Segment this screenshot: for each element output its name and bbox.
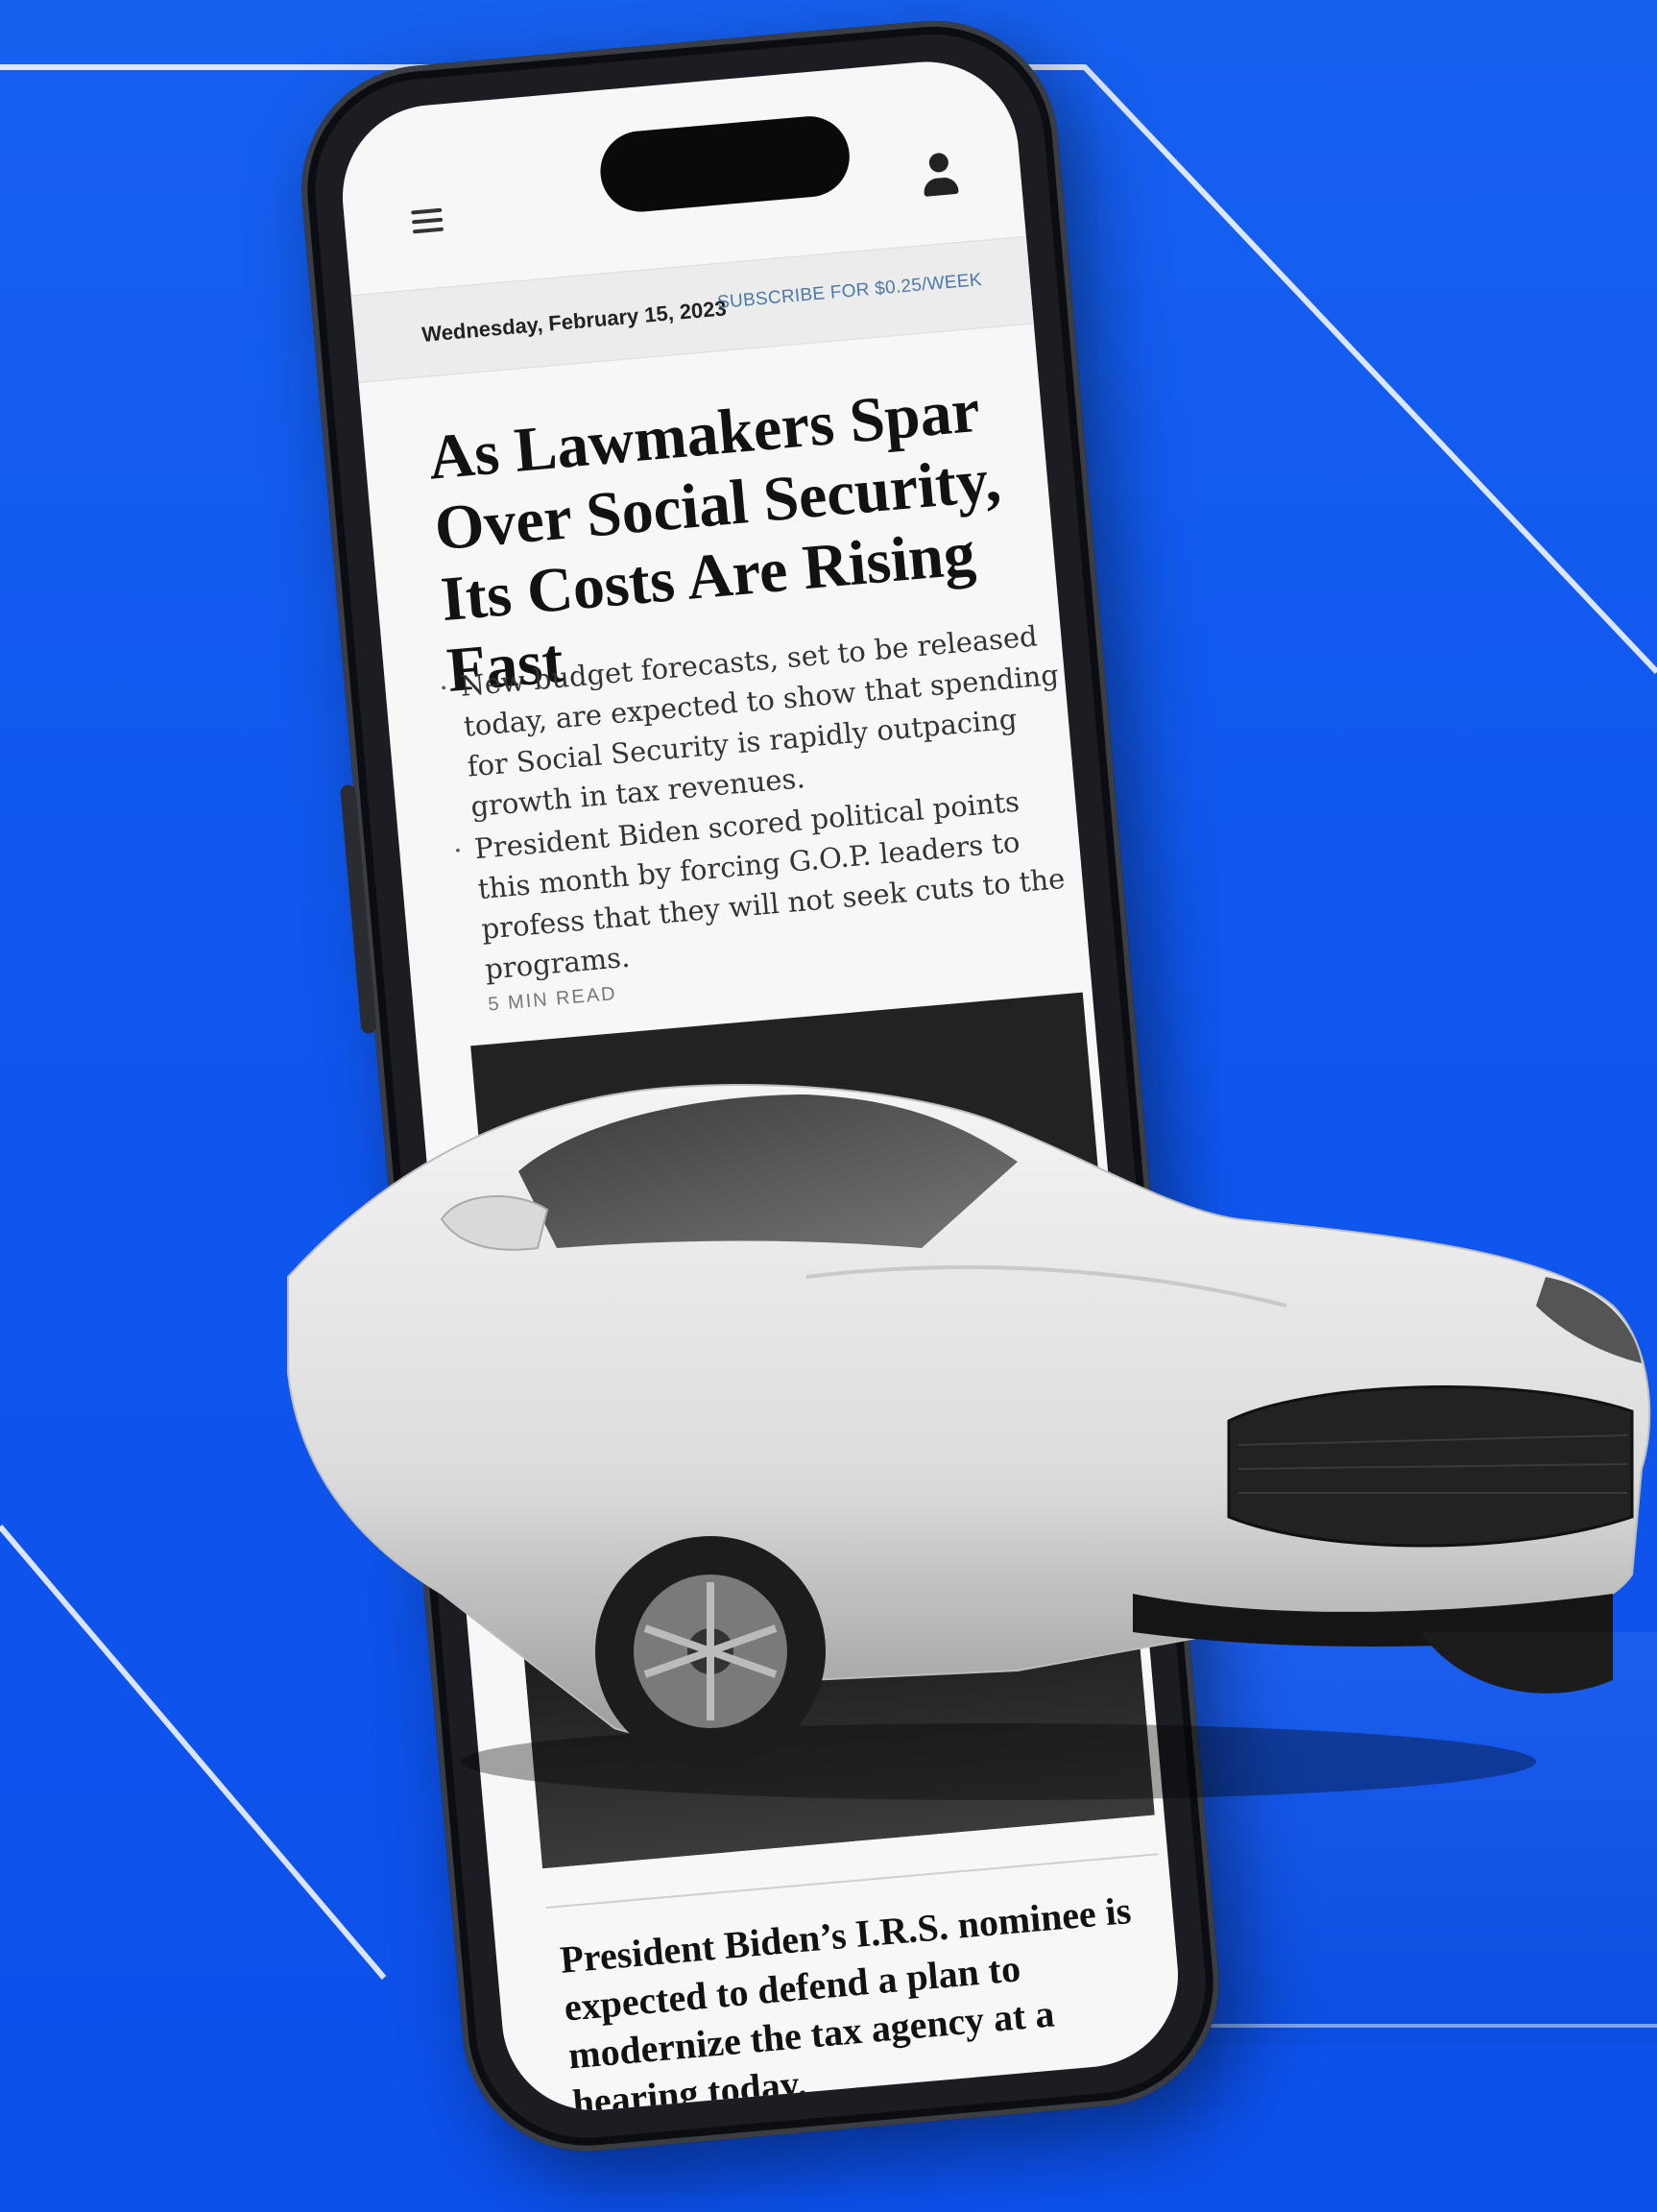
subscribe-link[interactable]: SUBSCRIBE FOR $0.25/WEEK	[716, 270, 982, 314]
article-summary-list: New budget forecasts, set to be released…	[438, 613, 1088, 993]
date-label: Wednesday, February 15, 2023	[420, 296, 728, 347]
next-story-headline[interactable]: President Biden’s I.R.S. nominee is expe…	[558, 1883, 1186, 2118]
car-illustration	[287, 1084, 1651, 1800]
account-icon[interactable]	[919, 152, 961, 201]
dynamic-island	[596, 112, 853, 216]
hamburger-menu-icon[interactable]	[411, 207, 444, 238]
